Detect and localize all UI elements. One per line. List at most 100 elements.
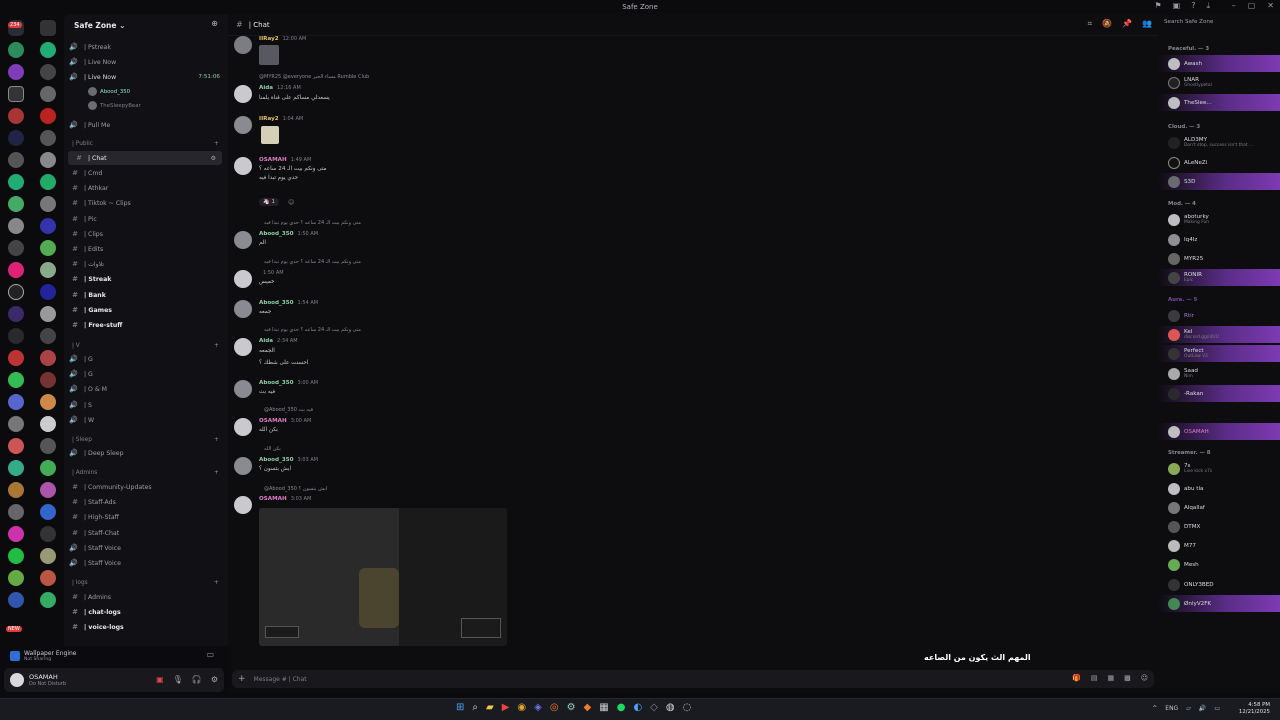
avatar[interactable] bbox=[234, 231, 252, 249]
member-item[interactable]: ALD3MY Don't stop, success isn't that ... bbox=[1158, 134, 1280, 151]
message[interactable]: IIRay2 1:04 AM bbox=[228, 114, 1158, 148]
message-author[interactable]: OSAMAH 3:00 AM bbox=[259, 418, 311, 424]
server-icon[interactable] bbox=[40, 130, 56, 146]
avatar[interactable] bbox=[234, 270, 252, 288]
server-icon[interactable] bbox=[40, 152, 56, 168]
channel-clips[interactable]: # | Clips bbox=[64, 227, 228, 241]
avatar[interactable] bbox=[10, 673, 24, 687]
server-icon[interactable] bbox=[8, 130, 24, 146]
chevron-up-icon[interactable]: ^ bbox=[1152, 705, 1157, 712]
voice-channel-pull-me[interactable]: 🔊 | Pull Me bbox=[64, 118, 228, 132]
download-icon[interactable]: ⤓ bbox=[1206, 1, 1210, 11]
server-icon[interactable] bbox=[8, 174, 24, 190]
avatar[interactable] bbox=[234, 380, 252, 398]
server-icon[interactable] bbox=[40, 20, 56, 36]
close-button[interactable]: ✕ bbox=[1267, 1, 1274, 10]
discord-icon[interactable]: ◈ bbox=[534, 702, 542, 713]
server-icon[interactable] bbox=[8, 284, 24, 300]
search-icon[interactable]: ⌕ bbox=[472, 702, 478, 713]
avatar[interactable] bbox=[234, 496, 252, 514]
server-icon[interactable] bbox=[8, 350, 24, 366]
voice-user[interactable]: Abood_350 bbox=[88, 87, 130, 96]
member-item[interactable]: ALeNeZi bbox=[1158, 154, 1280, 171]
sticker-image[interactable] bbox=[261, 126, 279, 144]
start-icon[interactable]: ⊞ bbox=[456, 702, 464, 713]
server-icon[interactable] bbox=[8, 372, 24, 388]
server-icon[interactable] bbox=[40, 416, 56, 432]
member-item[interactable]: aboturky Making Fun bbox=[1158, 211, 1280, 228]
threads-icon[interactable]: ⌗ bbox=[1088, 19, 1093, 29]
voice-channel-pstreak[interactable]: 🔊 | Pstreak bbox=[64, 40, 228, 54]
reply-preview[interactable]: @Abood_350 فيه بث bbox=[264, 407, 313, 413]
search-input[interactable]: Search Safe Zone bbox=[1164, 19, 1274, 31]
voice-user[interactable]: TheSleepyBear bbox=[88, 101, 141, 110]
message-author[interactable]: Aida 12:16 AM bbox=[259, 85, 301, 91]
channel-bank[interactable]: # | Bank bbox=[64, 288, 228, 302]
server-icon[interactable] bbox=[8, 196, 24, 212]
server-icon[interactable] bbox=[8, 240, 24, 256]
network-icon[interactable]: ▱ bbox=[1186, 705, 1191, 712]
server-icon[interactable] bbox=[8, 42, 24, 58]
server-icon[interactable] bbox=[40, 570, 56, 586]
app-icon[interactable]: ◐ bbox=[633, 702, 642, 713]
app-icon[interactable]: ◌ bbox=[683, 702, 692, 713]
channel-admins-log[interactable]: # | Admins bbox=[64, 590, 228, 604]
reply-preview[interactable]: @MYR25 @everyone مساء الخير Rumble Club bbox=[259, 74, 369, 80]
camera-icon[interactable]: ▣ bbox=[156, 675, 164, 684]
server-icon[interactable] bbox=[8, 526, 24, 542]
server-icon[interactable] bbox=[8, 218, 24, 234]
mute-icon[interactable]: 🔕 bbox=[1102, 19, 1112, 29]
member-item[interactable]: MYR25 bbox=[1158, 250, 1280, 267]
voice-channel-deep-sleep[interactable]: 🔊 | Deep Sleep bbox=[64, 446, 228, 460]
message[interactable]: IIRay2 12:00 AM bbox=[228, 33, 1158, 69]
channel-pic[interactable]: # | Pic bbox=[64, 212, 228, 226]
message[interactable]: OSAMAH 1:49 AM متى ونكم بيت الـ 24 ساعه ؟… bbox=[228, 155, 1158, 211]
server-icon[interactable] bbox=[40, 504, 56, 520]
channel-voice-logs[interactable]: # | voice-logs bbox=[64, 620, 228, 634]
server-icon[interactable] bbox=[40, 42, 56, 58]
server-icon[interactable] bbox=[8, 570, 24, 586]
member-item[interactable]: Perfect OutLaw V2 bbox=[1158, 345, 1280, 362]
message-author[interactable]: Abood_350 1:50 AM bbox=[259, 231, 318, 237]
pin-icon[interactable]: 📌 bbox=[1122, 19, 1132, 29]
channel-chat[interactable]: # | Chat ⚙ bbox=[68, 151, 222, 165]
server-icon[interactable] bbox=[8, 438, 24, 454]
headphones-icon[interactable]: 🎧 bbox=[192, 675, 202, 684]
voice-channel-g[interactable]: 🔊 | G bbox=[64, 367, 228, 381]
server-icon[interactable] bbox=[40, 460, 56, 476]
server-icon[interactable] bbox=[8, 504, 24, 520]
server-icon[interactable] bbox=[8, 152, 24, 168]
member-item[interactable]: abu tla bbox=[1158, 480, 1280, 497]
message[interactable]: Abood_350 3:00 AM فيه بث bbox=[228, 379, 1158, 403]
channel-high-staff[interactable]: # | High-Staff bbox=[64, 510, 228, 524]
channel-cmd[interactable]: # | Cmd bbox=[64, 166, 228, 180]
app-icon[interactable]: ◇ bbox=[650, 702, 658, 713]
minimize-button[interactable]: – bbox=[1232, 1, 1236, 10]
member-item[interactable]: Saad Nim bbox=[1158, 365, 1280, 382]
channel-games[interactable]: # | Games bbox=[64, 303, 228, 317]
server-icon[interactable] bbox=[40, 328, 56, 344]
member-item[interactable]: TheSlee... bbox=[1158, 94, 1280, 111]
member-item[interactable]: OSAMAH bbox=[1158, 423, 1280, 440]
server-icon[interactable] bbox=[40, 174, 56, 190]
server-icon[interactable] bbox=[8, 328, 24, 344]
microphone-icon[interactable]: 🎙 bbox=[173, 675, 183, 684]
server-icon[interactable] bbox=[40, 86, 56, 102]
spotify-icon[interactable]: ● bbox=[617, 702, 626, 713]
channel-staff-ads[interactable]: # | Staff-Ads bbox=[64, 495, 228, 509]
server-icon[interactable] bbox=[40, 306, 56, 322]
server-icon[interactable] bbox=[40, 526, 56, 542]
voice-channel-live-now[interactable]: 🔊 | Live Now 7:51:06 bbox=[64, 70, 228, 84]
member-item[interactable]: ØnlyV2FK bbox=[1158, 595, 1280, 612]
avatar[interactable] bbox=[234, 418, 252, 436]
app-icon[interactable]: ◆ bbox=[584, 702, 592, 713]
server-icon[interactable] bbox=[40, 108, 56, 124]
volume-icon[interactable]: 🔊 bbox=[1199, 705, 1206, 712]
message[interactable]: @Abood_350 ايش بتسون ؟ OSAMAH 3:03 AM bbox=[228, 486, 1158, 514]
message-composer[interactable]: + Message # | Chat 🎁 ▤ ▦ ▩ ☺ bbox=[232, 670, 1154, 688]
channel-community-updates[interactable]: # | Community-Updates bbox=[64, 480, 228, 494]
gif-icon[interactable]: ▤ bbox=[1091, 674, 1098, 682]
message[interactable]: متى ونكم بيت الـ 24 ساعه ؟ حدي يوم تبدا … bbox=[228, 327, 1158, 371]
message[interactable]: متى ونكم بيت الـ 24 ساعه ؟ حدي يوم تبدا … bbox=[228, 220, 1158, 252]
voice-channel-g[interactable]: 🔊 | G bbox=[64, 352, 228, 366]
